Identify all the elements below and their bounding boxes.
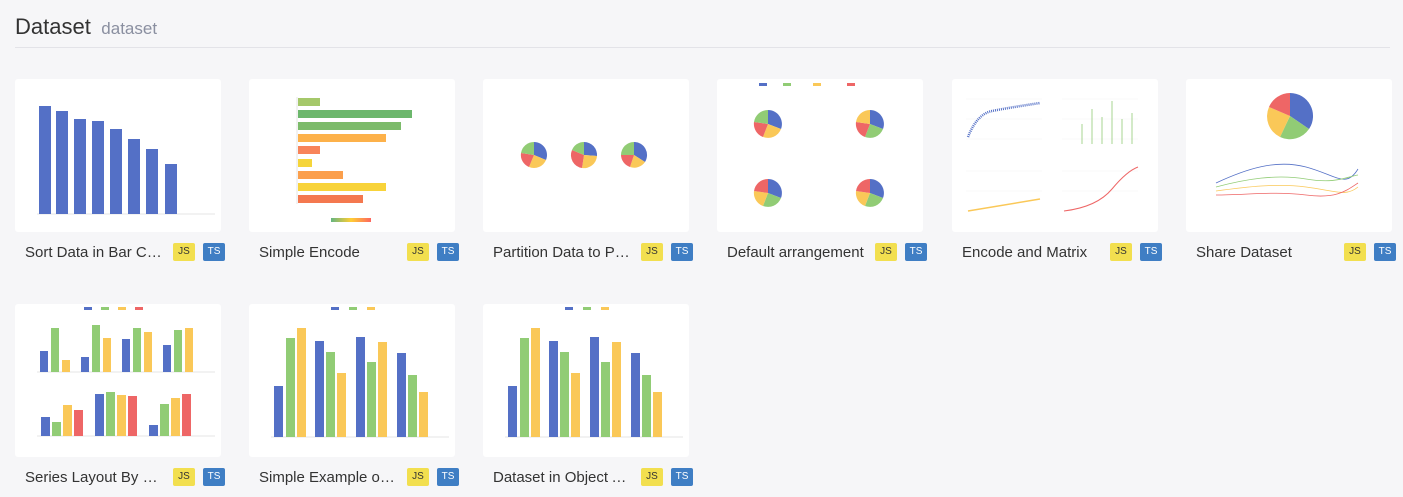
card-caption: Encode and Matrix JS TS <box>952 241 1162 263</box>
card-caption: Series Layout By Column or Row JS TS <box>15 466 225 488</box>
card-title[interactable]: Simple Example of Dataset <box>259 469 399 486</box>
card-thumbnail-partition-pies[interactable] <box>483 79 689 232</box>
card-caption: Simple Example of Dataset JS TS <box>249 466 459 488</box>
card-thumbnail-share-dataset[interactable] <box>1186 79 1392 232</box>
js-badge[interactable]: JS <box>641 243 663 261</box>
card-title[interactable]: Encode and Matrix <box>962 244 1102 261</box>
card-thumbnail-encode-matrix[interactable] <box>952 79 1158 232</box>
page-header: Dataset dataset <box>15 14 1390 48</box>
card-title[interactable]: Share Dataset <box>1196 244 1336 261</box>
ts-badge[interactable]: TS <box>203 468 225 486</box>
encode-matrix-thumbnail <box>966 98 1139 212</box>
card-thumbnail-simple-encode[interactable] <box>249 79 455 232</box>
js-badge[interactable]: JS <box>1110 243 1132 261</box>
partition-pies-thumbnail <box>520 141 648 169</box>
default-arrangement-thumbnail <box>753 83 884 207</box>
js-badge[interactable]: JS <box>875 243 897 261</box>
ts-badge[interactable]: TS <box>671 243 693 261</box>
card-title[interactable]: Partition Data to Pies <box>493 244 633 261</box>
card-title[interactable]: Series Layout By Column or Row <box>25 469 165 486</box>
ts-badge[interactable]: TS <box>1140 243 1162 261</box>
card-title[interactable]: Default arrangement <box>727 244 867 261</box>
js-badge[interactable]: JS <box>173 468 195 486</box>
card-thumbnail-object-array[interactable] <box>483 304 689 457</box>
ts-badge[interactable]: TS <box>905 243 927 261</box>
page-subtitle: dataset <box>101 19 158 38</box>
js-badge[interactable]: JS <box>641 468 663 486</box>
js-badge[interactable]: JS <box>173 243 195 261</box>
ts-badge[interactable]: TS <box>1374 243 1396 261</box>
card-caption: Sort Data in Bar Chart JS TS <box>15 241 225 263</box>
card-thumbnail-sort-bar[interactable] <box>15 79 221 232</box>
share-dataset-thumbnail <box>1215 92 1359 197</box>
js-badge[interactable]: JS <box>407 243 429 261</box>
js-badge[interactable]: JS <box>407 468 429 486</box>
card-title[interactable]: Sort Data in Bar Chart <box>25 244 165 261</box>
ts-badge[interactable]: TS <box>437 243 459 261</box>
series-layout-thumbnail <box>37 307 215 437</box>
card-caption: Dataset in Object Array JS TS <box>483 466 693 488</box>
ts-badge[interactable]: TS <box>437 468 459 486</box>
card-thumbnail-series-layout[interactable] <box>15 304 221 457</box>
ts-badge[interactable]: TS <box>671 468 693 486</box>
simple-example-thumbnail <box>271 307 449 438</box>
card-thumbnail-simple-example[interactable] <box>249 304 455 457</box>
object-array-thumbnail <box>505 307 683 438</box>
js-badge[interactable]: JS <box>1344 243 1366 261</box>
card-caption: Share Dataset JS TS <box>1186 241 1396 263</box>
card-caption: Simple Encode JS TS <box>249 241 459 263</box>
card-caption: Partition Data to Pies JS TS <box>483 241 693 263</box>
card-thumbnail-default-arrangement[interactable] <box>717 79 923 232</box>
card-title[interactable]: Simple Encode <box>259 244 399 261</box>
card-caption: Default arrangement JS TS <box>717 241 927 263</box>
page-title: Dataset <box>15 14 91 39</box>
simple-encode-thumbnail <box>296 97 412 222</box>
card-title[interactable]: Dataset in Object Array <box>493 469 633 486</box>
ts-badge[interactable]: TS <box>203 243 225 261</box>
sort-bar-thumbnail <box>37 106 215 215</box>
